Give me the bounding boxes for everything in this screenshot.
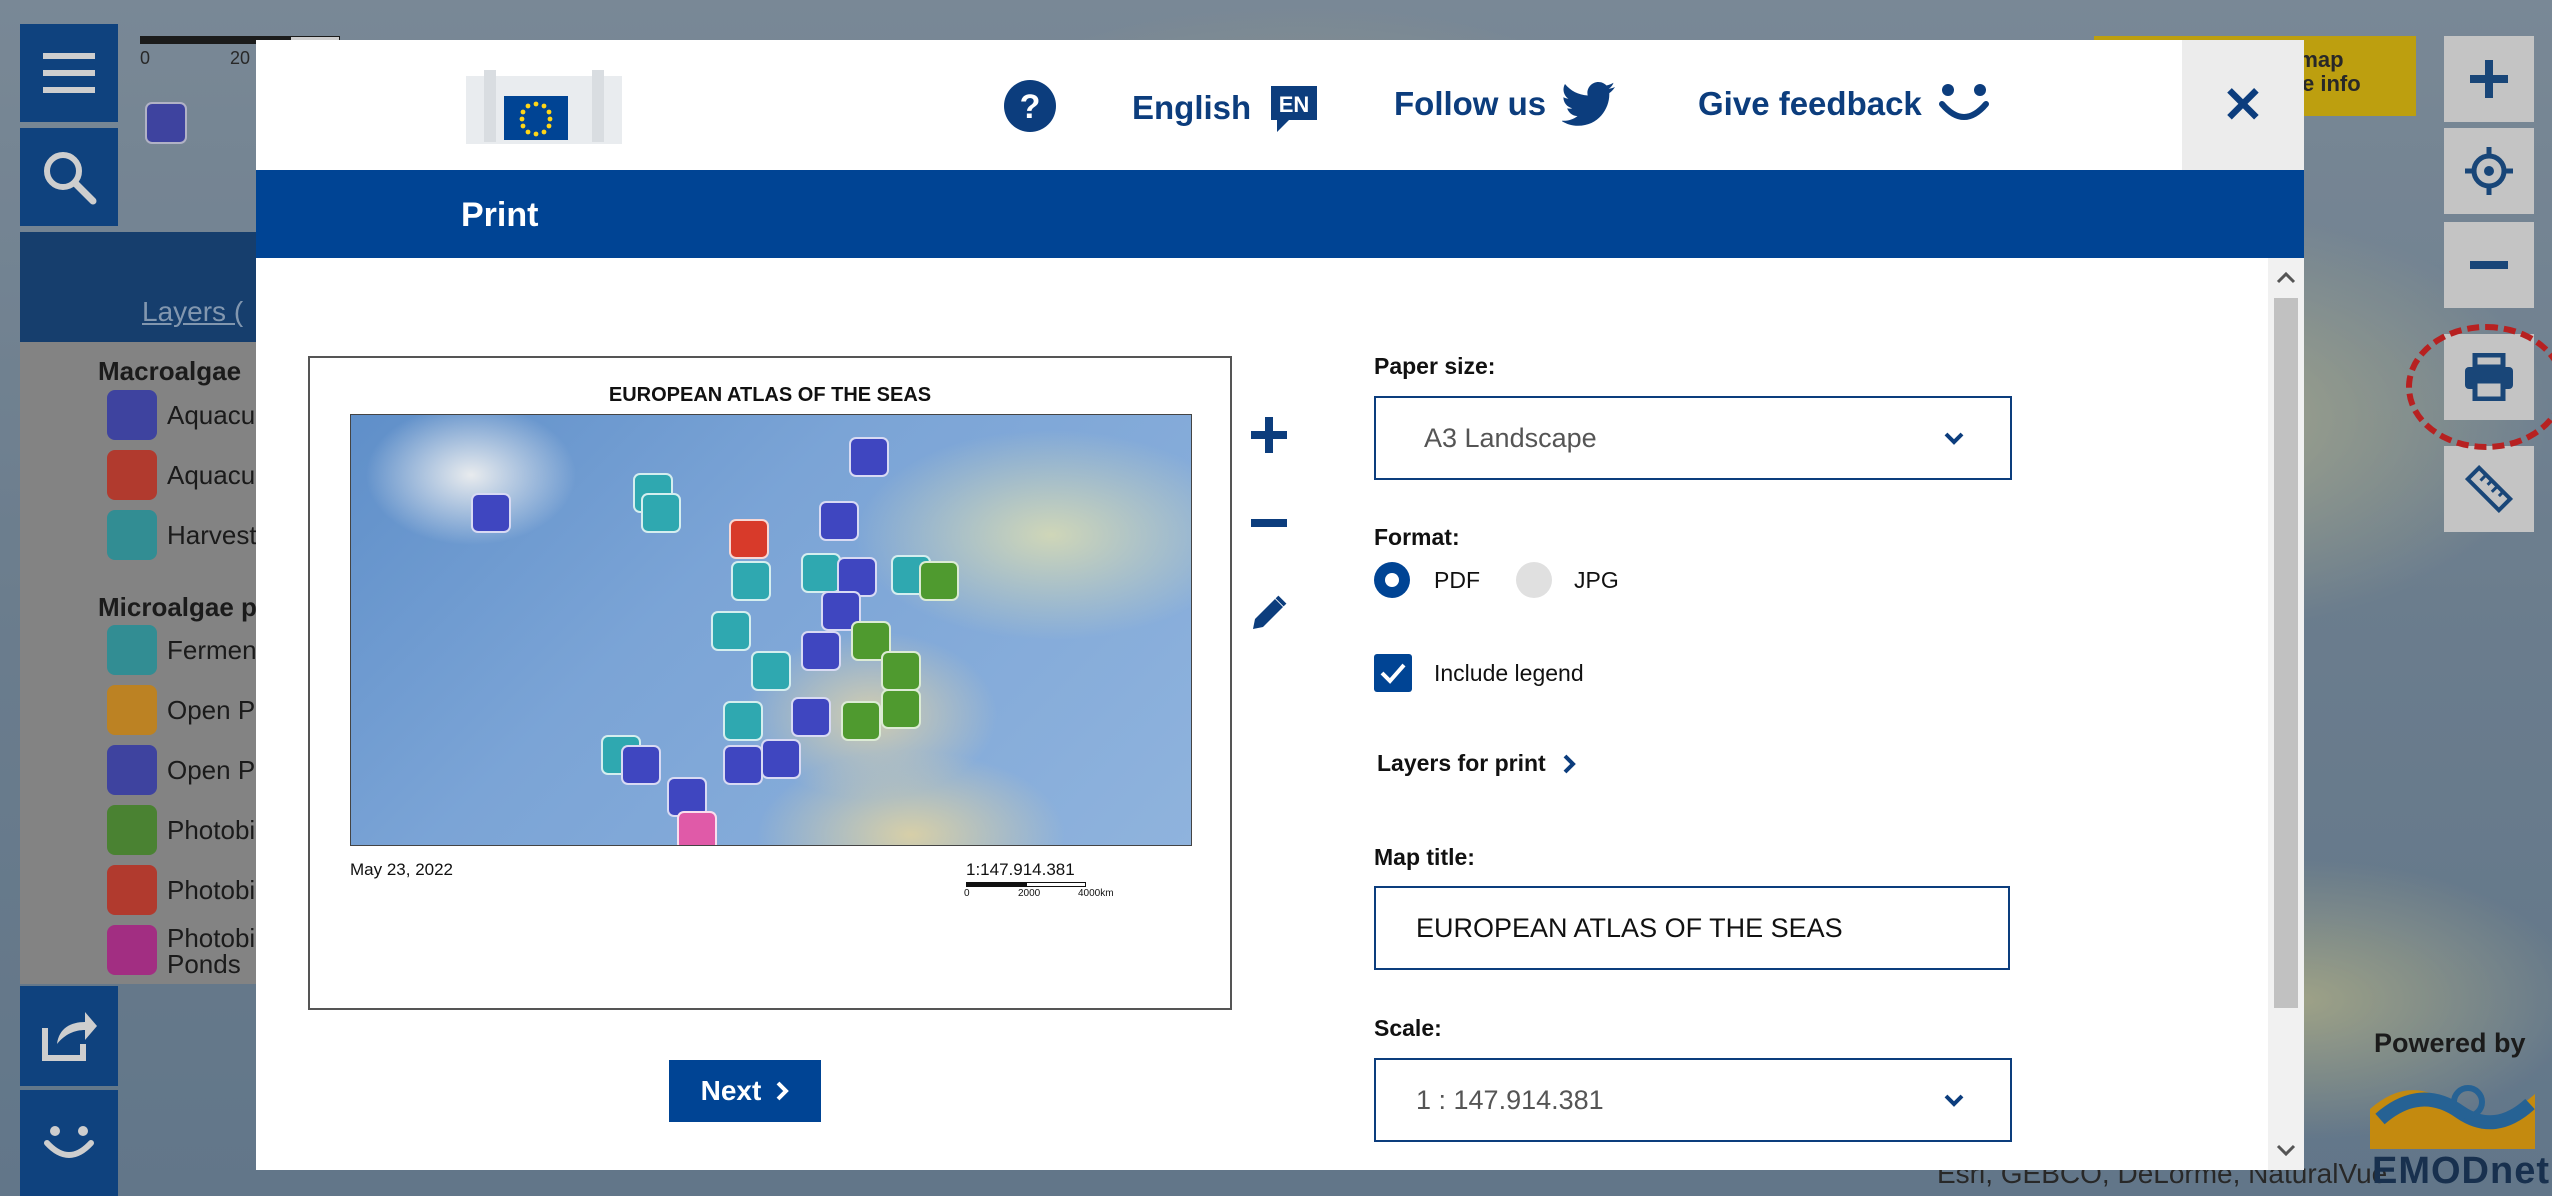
next-button-label: Next [700,1075,762,1106]
paper-size-value: A3 Landscape [1424,422,1597,453]
map-marker [881,651,921,691]
preview-zoom-in-button[interactable] [1244,410,1294,460]
scalebar-label-4000: 4000km [1078,888,1114,899]
map-marker [881,689,921,729]
dialog-title: Print [461,196,539,234]
scale-value: 1 : 147.914.381 [1416,1084,1604,1115]
follow-us-link[interactable]: Follow us [1394,82,1616,126]
svg-text:?: ? [1020,88,1041,126]
question-icon: ? [1004,80,1056,132]
format-jpg-radio[interactable] [1516,562,1552,598]
help-button[interactable]: ? [1004,80,1056,132]
follow-us-label: Follow us [1394,85,1547,122]
dialog-title-bar: Print [256,170,2304,258]
language-badge-icon: EN [1271,86,1318,132]
preview-date: May 23, 2022 [350,860,454,879]
paper-size-label: Paper size: [1374,353,1496,379]
radio-dot [1385,573,1399,587]
chevron-down-icon [1944,432,1964,445]
map-marker [677,811,717,845]
give-feedback-label: Give feedback [1698,85,1922,122]
close-dialog-button[interactable]: ✕ [2182,40,2304,170]
print-preview: EUROPEAN ATLAS OF THE SEAS May 23, 2022 … [308,356,1232,1010]
european-commission-logo-icon [466,70,622,144]
dialog-header: ? English EN Follow us Give feedback ✕ [256,40,2304,170]
map-marker [801,553,841,593]
minus-icon [1251,519,1287,527]
format-jpg-label: JPG [1574,566,1619,593]
format-radio-group: PDF JPG [1374,562,1619,598]
language-selector[interactable]: English EN [1132,82,1321,134]
give-feedback-link[interactable]: Give feedback [1698,82,1990,126]
print-dialog: ? English EN Follow us Give feedback ✕ P… [256,40,2304,1170]
scalebar-label-2000: 2000 [1018,888,1041,899]
format-label: Format: [1374,524,1460,550]
preview-map[interactable] [350,414,1192,846]
smiley-icon [1938,84,1989,120]
chevron-right-icon [776,1081,790,1101]
include-legend-checkbox[interactable] [1374,654,1412,692]
checkmark-icon [1380,663,1406,684]
language-code: EN [1279,92,1310,117]
map-marker [729,519,769,559]
map-marker [919,561,959,601]
preview-map-title: EUROPEAN ATLAS OF THE SEAS [608,384,932,406]
plus-icon [1251,417,1287,453]
twitter-icon [1562,82,1616,126]
map-marker [751,651,791,691]
map-marker [849,437,889,477]
map-title-input[interactable] [1374,886,2010,970]
layers-for-print-label: Layers for print [1377,750,1546,776]
scale-select[interactable]: 1 : 147.914.381 [1374,1058,2012,1142]
map-marker [819,501,859,541]
scroll-down-arrow-icon[interactable] [2268,1136,2304,1166]
map-marker [791,697,831,737]
preview-zoom-out-button[interactable] [1244,498,1294,548]
preview-scalebar: 0 2000 4000km [964,882,1114,902]
scalebar-label-0: 0 [964,888,970,899]
preview-edit-button[interactable] [1244,588,1294,638]
chevron-right-icon [1563,754,1576,773]
pencil-icon [1253,595,1287,629]
scrollbar-thumb[interactable] [2274,298,2298,1008]
include-legend-row: Include legend [1374,654,1584,692]
next-button[interactable]: Next [669,1060,821,1122]
map-marker [731,561,771,601]
scale-label: Scale: [1374,1015,1442,1041]
map-marker [641,493,681,533]
map-marker [621,745,661,785]
paper-size-select[interactable]: A3 Landscape [1374,396,2012,480]
chevron-down-icon [1944,1094,1964,1107]
close-icon: ✕ [2222,77,2264,133]
language-label: English [1132,89,1252,126]
map-marker [711,611,751,651]
map-marker [801,631,841,671]
map-marker [723,745,763,785]
scroll-up-arrow-icon[interactable] [2268,262,2304,292]
map-marker [723,701,763,741]
format-pdf-label: PDF [1434,566,1480,593]
layers-for-print-link[interactable]: Layers for print [1377,750,1576,777]
map-marker [841,701,881,741]
dialog-scrollbar[interactable] [2268,258,2304,1170]
map-marker [471,493,511,533]
map-title-label: Map title: [1374,844,1475,870]
format-pdf-radio[interactable] [1374,562,1410,598]
map-marker [761,739,801,779]
preview-scale: 1:147.914.381 [966,860,1075,879]
include-legend-label: Include legend [1434,659,1584,686]
